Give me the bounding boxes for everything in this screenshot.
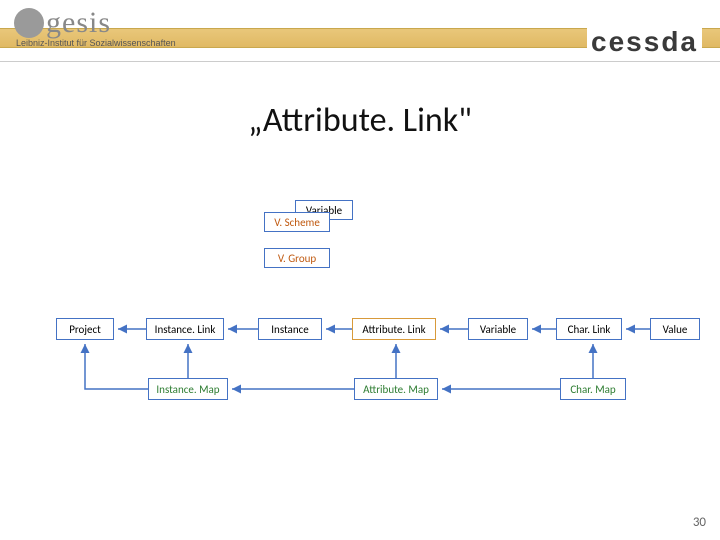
box-project: Project <box>56 318 114 340</box>
box-char-map: Char. Map <box>560 378 626 400</box>
diagram-arrows <box>0 170 720 450</box>
diagram: Variable V. Scheme V. Group Project Inst… <box>0 170 720 450</box>
box-char-link: Char. Link <box>556 318 622 340</box>
box-variable-main: Variable <box>468 318 528 340</box>
gesis-logo-bullet <box>14 8 44 38</box>
box-v-scheme: V. Scheme <box>264 212 330 232</box>
cessda-logo: cessda <box>587 26 702 58</box>
box-attribute-map: Attribute. Map <box>354 378 438 400</box>
header-bar: gesis Leibniz-Institut für Sozialwissens… <box>0 0 720 62</box>
gesis-logo-word: gesis <box>46 6 111 39</box>
box-attribute-link: Attribute. Link <box>352 318 436 340</box>
gesis-logo: gesis Leibniz-Institut für Sozialwissens… <box>14 6 176 48</box>
box-v-group: V. Group <box>264 248 330 268</box>
box-instance-map: Instance. Map <box>148 378 228 400</box>
page-number: 30 <box>693 515 706 530</box>
slide-title: „Attribute. Link" <box>0 100 720 141</box>
box-value: Value <box>650 318 700 340</box>
gesis-logo-subtitle: Leibniz-Institut für Sozialwissenschafte… <box>16 38 176 48</box>
box-instance: Instance <box>258 318 322 340</box>
box-instance-link: Instance. Link <box>146 318 224 340</box>
